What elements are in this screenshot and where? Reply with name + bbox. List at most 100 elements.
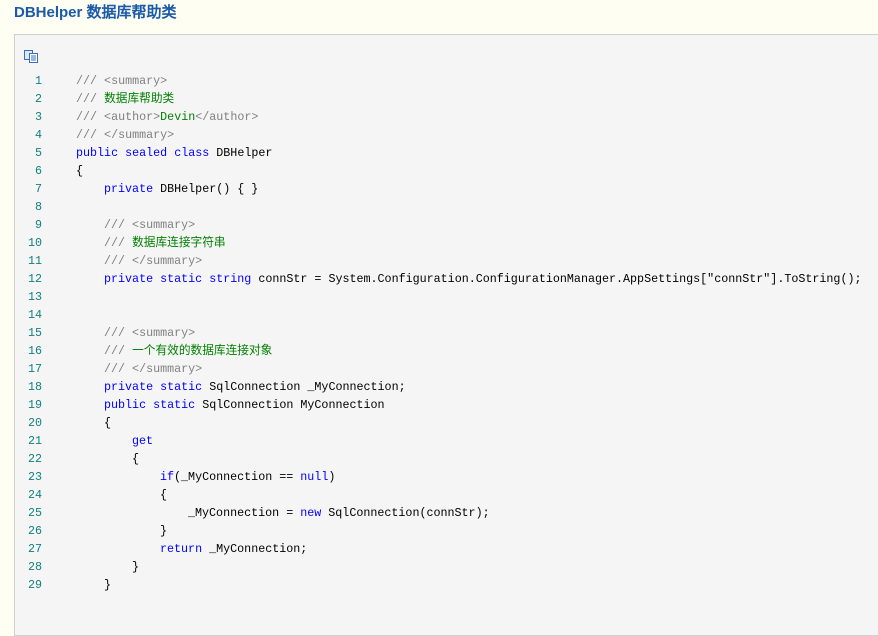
line-number: 11 xyxy=(27,254,42,268)
line-number: 16 xyxy=(27,344,42,358)
code-token: get xyxy=(132,434,154,448)
code-text: private static SqlConnection _MyConnecti… xyxy=(104,378,406,396)
code-token: public sealed class xyxy=(76,146,217,160)
code-text: /// 数据库帮助类 xyxy=(76,90,174,108)
line-number: 8 xyxy=(34,200,42,214)
code-text: } xyxy=(132,558,139,576)
code-text: return _MyConnection; xyxy=(160,540,307,558)
code-text: } xyxy=(160,522,167,540)
code-token: } xyxy=(132,560,140,574)
code-token: _MyConnection; xyxy=(209,542,308,556)
code-token: /// xyxy=(104,236,133,250)
code-token: /// <summary> xyxy=(104,218,196,232)
code-token: /// <summary> xyxy=(76,74,168,88)
code-token: private static string xyxy=(104,272,259,286)
code-text: /// </summary> xyxy=(76,126,174,144)
code-token: connStr = System.Configuration.Configura… xyxy=(258,272,862,286)
code-token: /// <author> xyxy=(76,110,161,124)
line-number: 5 xyxy=(34,146,42,160)
code-token: _MyConnection = xyxy=(188,506,301,520)
code-text: /// 数据库连接字符串 xyxy=(104,234,226,252)
code-token: /// </summary> xyxy=(104,254,203,268)
line-number: 28 xyxy=(27,560,42,574)
code-token: private static xyxy=(104,380,210,394)
code-token: SqlConnection MyConnection xyxy=(202,398,385,412)
line-number: 15 xyxy=(27,326,42,340)
line-number: 18 xyxy=(27,380,42,394)
code-text: private DBHelper() { } xyxy=(104,180,258,198)
code-token: { xyxy=(104,416,112,430)
copy-icon[interactable] xyxy=(24,50,38,63)
line-number: 19 xyxy=(27,398,42,412)
page-title: DBHelper 数据库帮助类 xyxy=(14,4,177,21)
code-text: { xyxy=(104,414,111,432)
code-text: public sealed class DBHelper xyxy=(76,144,272,162)
code-token: Devin xyxy=(160,110,196,124)
code-token: DBHelper xyxy=(216,146,273,160)
line-number: 17 xyxy=(27,362,42,376)
code-token: if xyxy=(160,470,175,484)
line-number: 21 xyxy=(27,434,42,448)
line-number: 24 xyxy=(27,488,42,502)
code-token: DBHelper() { } xyxy=(160,182,259,196)
code-text: { xyxy=(132,450,139,468)
code-token: /// </summary> xyxy=(104,362,203,376)
code-text: /// <summary> xyxy=(76,72,167,90)
code-token: return xyxy=(160,542,210,556)
code-token: /// xyxy=(76,92,105,106)
code-token: /// <summary> xyxy=(104,326,196,340)
line-number: 13 xyxy=(27,290,42,304)
line-number: 6 xyxy=(34,164,42,178)
code-token: { xyxy=(132,452,140,466)
line-number: 14 xyxy=(27,308,42,322)
code-text: /// 一个有效的数据库连接对象 xyxy=(104,342,272,360)
code-token: /// xyxy=(104,344,133,358)
line-number: 7 xyxy=(34,182,42,196)
line-number: 25 xyxy=(27,506,42,520)
code-token: SqlConnection _MyConnection; xyxy=(209,380,406,394)
code-text: _MyConnection = new SqlConnection(connSt… xyxy=(188,504,490,522)
code-token: </author> xyxy=(195,110,259,124)
code-token: { xyxy=(160,488,168,502)
code-text: if(_MyConnection == null) xyxy=(160,468,335,486)
code-block: 1 /// <summary> 2 /// 数据库帮助类 3 /// <author>De… xyxy=(14,34,878,636)
code-text: /// </summary> xyxy=(104,252,202,270)
code-text: { xyxy=(160,486,167,504)
line-number: 2 xyxy=(34,92,42,106)
code-token: 数据库帮助类 xyxy=(104,92,175,106)
code-token: null xyxy=(300,470,329,484)
code-text: { xyxy=(76,162,83,180)
code-token: 一个有效的数据库连接对象 xyxy=(132,344,273,358)
line-number: 27 xyxy=(27,542,42,556)
code-text: } xyxy=(104,576,111,594)
code-token: 数据库连接字符串 xyxy=(132,236,226,250)
line-number: 29 xyxy=(27,578,42,592)
line-number: 20 xyxy=(27,416,42,430)
line-number: 23 xyxy=(27,470,42,484)
code-token: SqlConnection(connStr); xyxy=(328,506,490,520)
line-number: 12 xyxy=(27,272,42,286)
code-token: new xyxy=(300,506,329,520)
line-number: 10 xyxy=(27,236,42,250)
code-token: /// </summary> xyxy=(76,128,175,142)
code-text: /// <author>Devin</author> xyxy=(76,108,258,126)
code-text: public static SqlConnection MyConnection xyxy=(104,396,385,414)
line-number: 4 xyxy=(34,128,42,142)
code-text: /// <summary> xyxy=(104,324,195,342)
line-number: 22 xyxy=(27,452,42,466)
line-number: 26 xyxy=(27,524,42,538)
code-token: } xyxy=(104,578,112,592)
line-number: 9 xyxy=(34,218,42,232)
line-number: 3 xyxy=(34,110,42,124)
code-text: /// <summary> xyxy=(104,216,195,234)
code-text: private static string connStr = System.C… xyxy=(104,270,862,288)
code-text: get xyxy=(132,432,153,450)
line-number: 1 xyxy=(34,74,42,88)
code-token: ) xyxy=(328,470,336,484)
code-token: { xyxy=(76,164,84,178)
code-text: /// </summary> xyxy=(104,360,202,378)
code-token: private xyxy=(104,182,161,196)
code-token: (_MyConnection == xyxy=(174,470,301,484)
code-token: public static xyxy=(104,398,203,412)
code-token: } xyxy=(160,524,168,538)
